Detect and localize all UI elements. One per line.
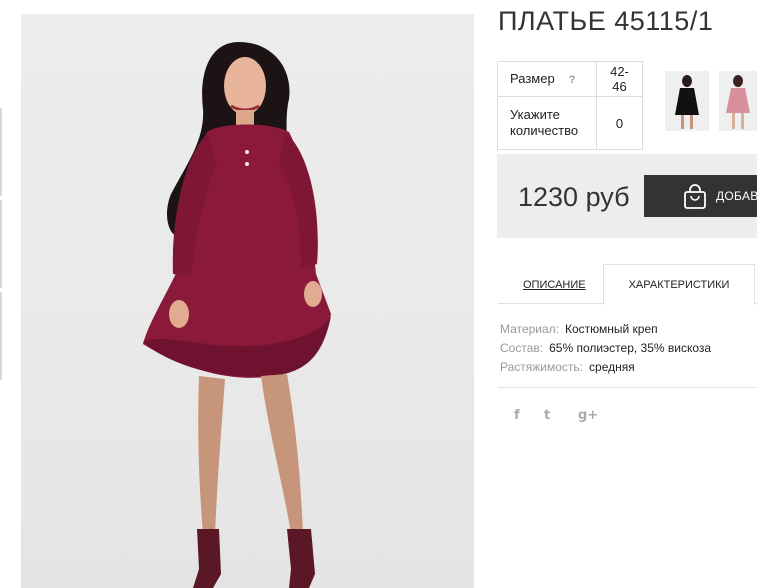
- edge-marker: [0, 108, 2, 196]
- size-label: Размер: [510, 70, 555, 86]
- section-divider: [498, 387, 757, 388]
- facebook-share-icon[interactable]: f: [514, 408, 520, 423]
- tab-divider: [498, 303, 603, 304]
- characteristic-key: Растяжимость:: [500, 360, 584, 374]
- characteristic-key: Состав:: [500, 341, 544, 355]
- size-label-cell: Размер?: [497, 61, 597, 97]
- product-page: ПЛАТЬЕ 45115/1 Размер? 42-46 Укажите кол…: [0, 0, 757, 588]
- quantity-label-line2: количество: [510, 123, 579, 138]
- characteristic-row: Материал: Костюмный креп: [500, 320, 711, 339]
- price-panel: 1230 руб ДОБАВ: [497, 154, 757, 238]
- size-help-icon[interactable]: ?: [569, 74, 576, 86]
- price: 1230 руб: [518, 182, 630, 212]
- tab-characteristics[interactable]: ХАРАКТЕРИСТИКИ: [603, 264, 755, 305]
- twitter-share-icon[interactable]: t: [544, 408, 550, 423]
- quantity-label-cell: Укажите количество: [497, 96, 597, 150]
- characteristic-key: Материал:: [500, 322, 559, 336]
- product-title: ПЛАТЬЕ 45115/1: [498, 6, 714, 36]
- quantity-input[interactable]: 0: [596, 96, 643, 150]
- edge-marker: [0, 200, 2, 288]
- product-main-image[interactable]: [21, 14, 474, 588]
- size-value[interactable]: 42-46: [596, 61, 643, 97]
- characteristics-list: Материал: Костюмный креп Состав: 65% полиэ…: [500, 320, 711, 377]
- add-to-cart-button[interactable]: ДОБАВ: [644, 175, 757, 217]
- info-tabs: ОПИСАНИЕ ХАРАКТЕРИСТИКИ: [498, 264, 757, 305]
- edge-marker: [0, 292, 2, 380]
- characteristic-value: Костюмный креп: [564, 322, 658, 336]
- characteristic-row: Состав: 65% полиэстер, 35% вискоза: [500, 339, 711, 358]
- thumbnail-dark-dress[interactable]: [665, 71, 709, 131]
- thumbnail-pink-dress[interactable]: [719, 71, 757, 131]
- quantity-label-line1: Укажите: [510, 107, 560, 122]
- tab-description[interactable]: ОПИСАНИЕ: [523, 279, 586, 291]
- characteristic-value: средняя: [589, 360, 635, 374]
- characteristic-row: Растяжимость: средняя: [500, 358, 711, 377]
- shopping-bag-icon: [683, 184, 707, 215]
- add-to-cart-label: ДОБАВ: [716, 189, 757, 203]
- googleplus-share-icon[interactable]: g+: [578, 408, 598, 423]
- characteristic-value: 65% полиэстер, 35% вискоза: [549, 341, 712, 355]
- options-table: Размер? 42-46 Укажите количество 0: [497, 61, 643, 150]
